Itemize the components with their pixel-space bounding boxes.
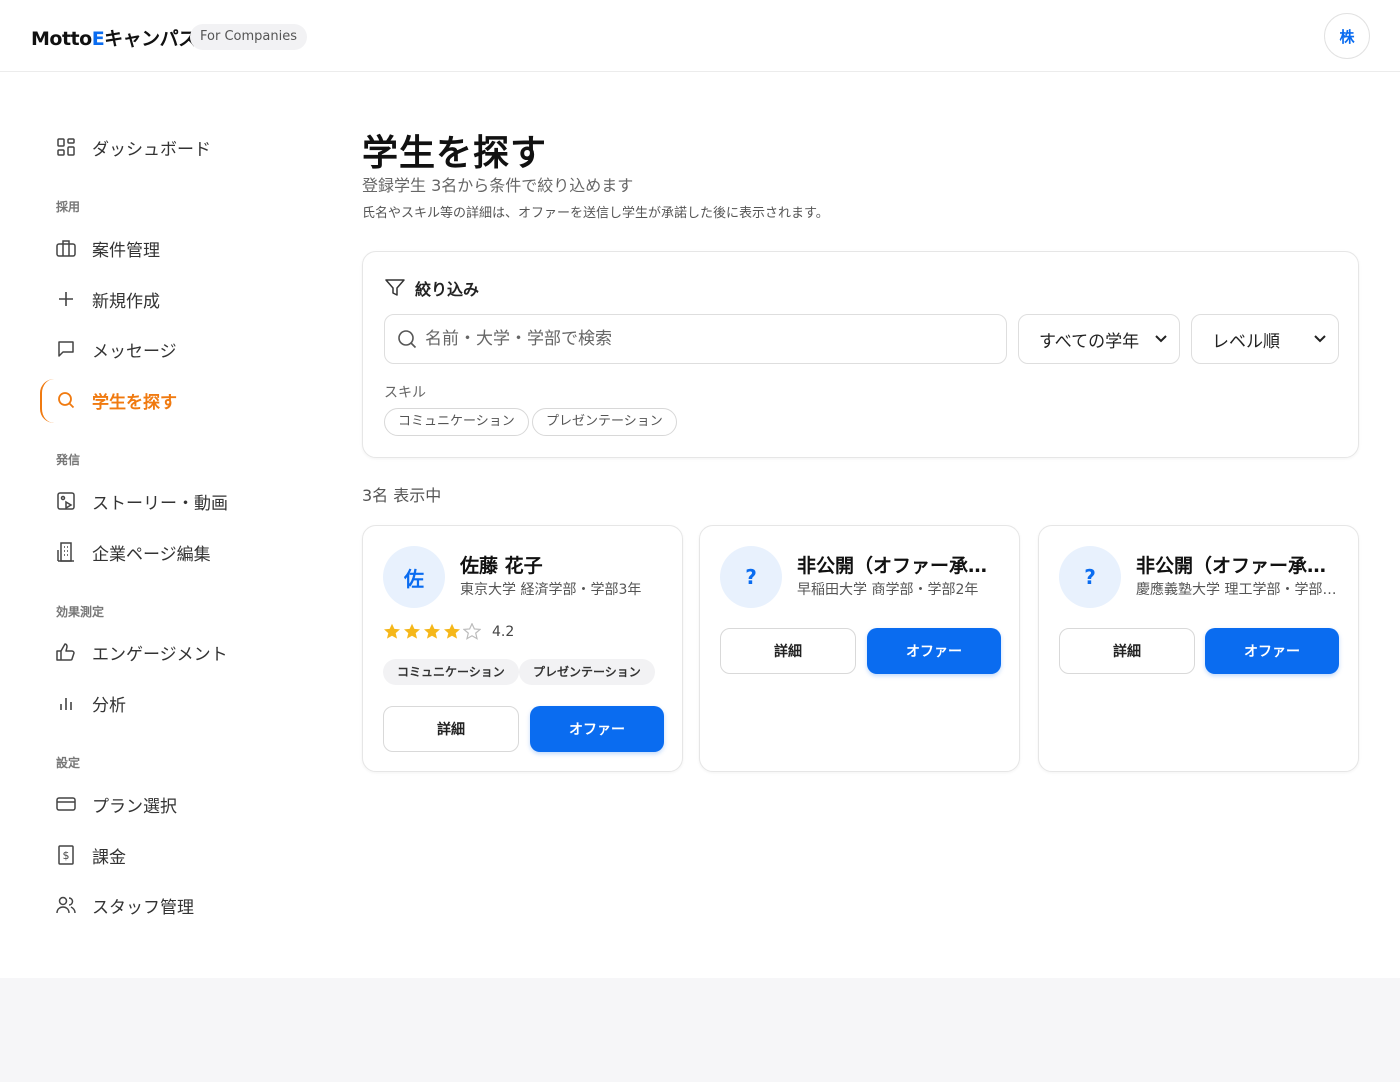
filter-title-label: 絞り込み <box>415 280 480 299</box>
offer-button[interactable]: オファー <box>1205 628 1339 674</box>
student-card: ? 非公開（オファー承諾後に表示） 慶應義塾大学 理工学部・学部1年 詳細 オフ… <box>1038 525 1359 772</box>
sidebar-item-story[interactable]: ストーリー・動画 <box>40 478 300 524</box>
filter-icon <box>385 279 405 297</box>
sidebar-section-publish: 発信 <box>56 453 81 467</box>
rating-stars: 4.2 <box>383 623 514 640</box>
chevron-down-icon <box>1314 335 1326 343</box>
offer-button[interactable]: オファー <box>530 706 664 752</box>
skill-chip-communication[interactable]: コミュニケーション <box>384 408 529 436</box>
student-card: ? 非公開（オファー承諾後に表示） 早稲田大学 商学部・学部2年 詳細 オファー <box>699 525 1020 772</box>
page-title: 学生を探す <box>362 133 548 174</box>
sidebar-section-recruit: 採用 <box>56 200 81 214</box>
detail-button[interactable]: 詳細 <box>720 628 856 674</box>
sidebar-item-new[interactable]: 新規作成 <box>40 276 300 322</box>
sidebar-item-jobs[interactable]: 案件管理 <box>40 225 300 271</box>
sidebar-item-company-page[interactable]: 企業ページ編集 <box>40 529 300 575</box>
student-meta: 東京大学 経済学部・学部3年 <box>460 582 642 598</box>
sidebar-item-label: 企業ページ編集 <box>92 544 211 565</box>
briefcase-icon <box>56 238 76 258</box>
skill-tag: コミュニケーション <box>383 659 519 685</box>
grade-select[interactable]: すべての学年 <box>1018 314 1180 364</box>
search-box[interactable] <box>384 314 1007 364</box>
filter-title: 絞り込み <box>385 276 479 300</box>
for-companies-badge: For Companies <box>190 24 307 50</box>
search-icon <box>397 329 417 349</box>
sidebar-item-analytics[interactable]: 分析 <box>40 680 300 726</box>
sidebar-item-label: 分析 <box>92 695 126 716</box>
sidebar-item-billing[interactable]: $ 課金 <box>40 832 300 878</box>
sidebar-item-label: 案件管理 <box>92 240 160 261</box>
company-avatar-button[interactable]: 株 <box>1324 13 1370 59</box>
bar-chart-icon <box>56 693 76 713</box>
top-header: MottoEキャンパス For Companies 株 <box>0 0 1400 72</box>
sidebar-item-messages[interactable]: メッセージ <box>40 326 300 372</box>
grade-select-value: すべての学年 <box>1039 331 1140 352</box>
svg-text:$: $ <box>63 849 70 862</box>
sidebar-item-label: ストーリー・動画 <box>92 493 228 514</box>
logo-prefix: Motto <box>31 28 92 50</box>
app-logo[interactable]: MottoEキャンパス <box>31 24 197 51</box>
rating-value: 4.2 <box>492 623 515 640</box>
sidebar-item-label: 学生を探す <box>92 392 177 413</box>
sidebar: ダッシュボード 採用 案件管理 新規作成 メッセージ 学生を探す 発信 ストーリ… <box>0 72 320 978</box>
search-input[interactable] <box>425 329 985 349</box>
student-meta: 慶應義塾大学 理工学部・学部1年 <box>1136 582 1341 598</box>
filter-panel: 絞り込み すべての学年 レベル順 スキル コミュニケーション プレゼンテーション <box>362 251 1359 458</box>
chevron-down-icon <box>1155 335 1167 343</box>
sidebar-item-staff[interactable]: スタッフ管理 <box>40 882 300 928</box>
skill-label: スキル <box>384 385 426 401</box>
users-icon <box>56 895 76 915</box>
sidebar-item-label: メッセージ <box>92 341 177 362</box>
sidebar-item-label: 新規作成 <box>92 291 160 312</box>
logo-suffix: キャンパス <box>104 28 197 50</box>
star-filled-icon <box>383 623 401 640</box>
sidebar-item-students[interactable]: 学生を探す <box>40 377 300 423</box>
sidebar-item-label: エンゲージメント <box>92 644 228 665</box>
sidebar-item-plan[interactable]: プラン選択 <box>40 781 300 827</box>
page-footer <box>0 978 1400 1082</box>
student-name: 非公開（オファー承諾後に表示） <box>1136 555 1341 577</box>
building-icon <box>56 542 76 562</box>
chat-bubble-icon <box>56 339 76 359</box>
detail-button[interactable]: 詳細 <box>1059 628 1195 674</box>
sidebar-item-dashboard[interactable]: ダッシュボード <box>40 124 300 170</box>
credit-card-icon <box>56 794 76 814</box>
sidebar-section-measure: 効果測定 <box>56 605 105 619</box>
plus-icon <box>56 289 76 309</box>
sidebar-item-label: ダッシュボード <box>92 139 211 160</box>
result-count: 3名 表示中 <box>362 486 442 505</box>
offer-button[interactable]: オファー <box>867 628 1001 674</box>
skill-chip-presentation[interactable]: プレゼンテーション <box>532 408 677 436</box>
sort-select[interactable]: レベル順 <box>1191 314 1339 364</box>
sort-select-value: レベル順 <box>1212 331 1280 352</box>
sidebar-item-label: 課金 <box>92 847 126 868</box>
avatar: 佐 <box>383 546 445 608</box>
image-video-icon <box>56 491 76 511</box>
search-icon <box>56 390 76 410</box>
avatar: ? <box>720 546 782 608</box>
privacy-note: 氏名やスキル等の詳細は、オファーを送信し学生が承諾した後に表示されます。 <box>362 206 829 221</box>
sidebar-item-engagement[interactable]: エンゲージメント <box>40 629 300 675</box>
star-empty-icon <box>463 623 481 640</box>
thumbs-up-icon <box>56 642 76 662</box>
page-subtitle: 登録学生 3名から条件で絞り込めます <box>362 176 634 195</box>
star-filled-icon <box>403 623 421 640</box>
star-filled-icon <box>423 623 441 640</box>
sidebar-item-label: プラン選択 <box>92 796 177 817</box>
student-meta: 早稲田大学 商学部・学部2年 <box>797 582 979 598</box>
receipt-icon: $ <box>56 845 76 865</box>
student-name: 佐藤 花子 <box>460 555 543 577</box>
star-filled-icon <box>443 623 461 640</box>
avatar: ? <box>1059 546 1121 608</box>
logo-accent: E <box>91 28 105 50</box>
student-name: 非公開（オファー承諾後に表示） <box>797 555 1002 577</box>
sidebar-item-label: スタッフ管理 <box>92 897 194 918</box>
student-card: 佐 佐藤 花子 東京大学 経済学部・学部3年 4.2 コミュニケーション プレゼ… <box>362 525 683 772</box>
skill-tag: プレゼンテーション <box>519 659 655 685</box>
detail-button[interactable]: 詳細 <box>383 706 519 752</box>
sidebar-section-settings: 設定 <box>56 756 81 770</box>
grid-icon <box>56 137 76 157</box>
